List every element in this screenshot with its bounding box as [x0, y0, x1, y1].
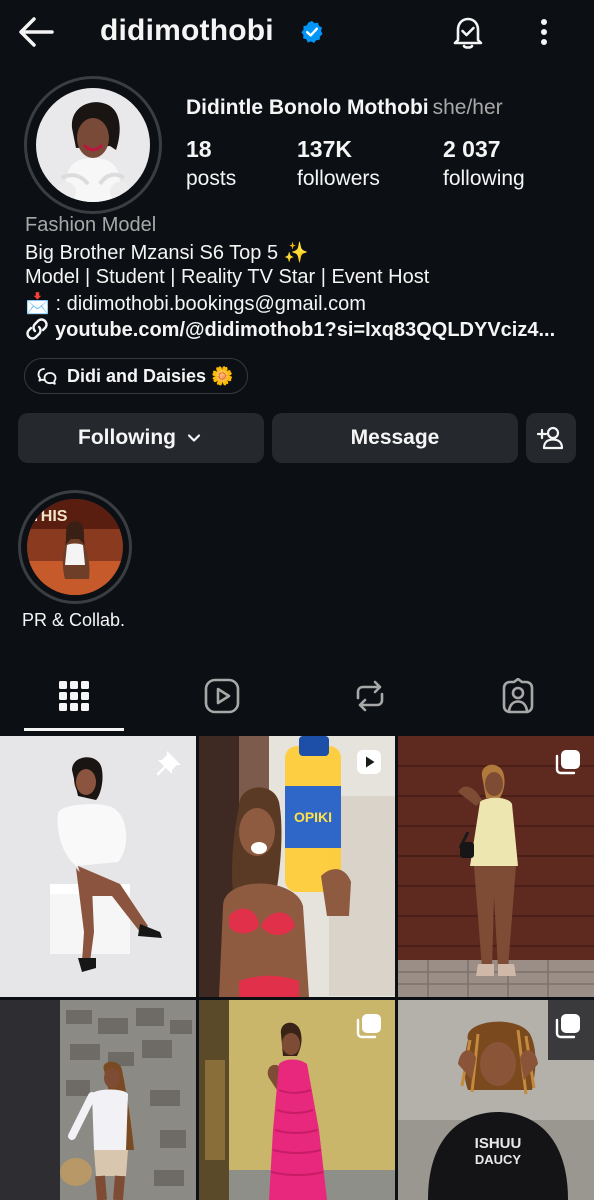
tab-posts-grid[interactable] — [0, 666, 148, 726]
message-button[interactable]: Message — [272, 413, 518, 463]
active-tab-indicator — [24, 728, 124, 731]
profile-category: Fashion Model — [25, 214, 157, 236]
profile-avatar[interactable] — [36, 88, 150, 202]
stat-following-value: 2 037 — [443, 136, 501, 162]
message-button-label: Message — [350, 426, 440, 449]
tab-reposts[interactable] — [296, 666, 444, 726]
svg-text:OPIKI: OPIKI — [294, 809, 332, 825]
following-button-label: Following — [78, 426, 176, 449]
profile-full-name: Didintle Bonolo Mothobi she/her — [186, 96, 503, 120]
highlight-label: PR & Collab. — [22, 610, 126, 630]
grid-post[interactable]: ISHUU DAUCY — [398, 1000, 594, 1200]
pinned-icon — [156, 751, 181, 776]
carousel-icon — [356, 1014, 381, 1039]
bio-line-email[interactable]: 📩 : didimothobi.bookings@gmail.com — [25, 291, 366, 316]
bio-link[interactable]: youtube.com/@didimothob1?si=Ixq83QQLDYVc… — [25, 318, 565, 342]
highlight-cover[interactable]: THIS — [27, 499, 123, 595]
carousel-icon — [555, 1014, 580, 1039]
stat-followers-value: 137K — [297, 136, 352, 162]
tab-reels[interactable] — [148, 666, 296, 726]
bell-check-icon[interactable] — [448, 12, 488, 52]
verified-badge-icon — [301, 21, 323, 43]
bio-line: Model | Student | Reality TV Star | Even… — [25, 266, 430, 288]
back-arrow-icon[interactable] — [16, 14, 56, 50]
stat-posts[interactable]: 18 posts — [186, 136, 236, 191]
svg-text:ISHUU: ISHUU — [475, 1135, 522, 1152]
link-icon — [26, 318, 48, 340]
bio-line: Big Brother Mzansi S6 Top 5 ✨ — [25, 242, 309, 264]
grid-post[interactable] — [0, 1000, 196, 1200]
profile-tabs — [0, 666, 594, 732]
more-options-icon[interactable] — [528, 12, 560, 52]
threads-icon — [37, 368, 57, 385]
stat-followers-label: followers — [297, 167, 380, 190]
stat-posts-value: 18 — [186, 136, 212, 162]
grid-post[interactable] — [398, 736, 594, 997]
suggested-users-button[interactable] — [526, 413, 576, 463]
stat-posts-label: posts — [186, 167, 237, 190]
carousel-icon — [555, 750, 580, 775]
threads-chip[interactable]: Didi and Daisies 🌼 — [24, 358, 249, 394]
grid-post[interactable] — [0, 736, 196, 997]
chevron-down-icon — [187, 434, 201, 442]
bio-link-text: youtube.com/@didimothob1?si=Ixq83QQLDYVc… — [55, 319, 556, 341]
repost-icon — [356, 680, 384, 712]
stat-followers[interactable]: 137K followers — [297, 136, 380, 191]
tab-tagged[interactable] — [444, 666, 592, 726]
grid-post[interactable]: OPIKI — [199, 736, 395, 997]
stat-following[interactable]: 2 037 following — [443, 136, 525, 191]
pronouns: she/her — [432, 96, 503, 119]
top-bar: didimothobi — [0, 0, 594, 64]
full-name-text: Didintle Bonolo Mothobi — [186, 96, 429, 119]
grid-icon — [59, 681, 89, 711]
threads-chip-label: Didi and Daisies 🌼 — [67, 365, 234, 386]
add-user-icon — [537, 426, 564, 450]
stat-following-label: following — [443, 167, 525, 190]
tagged-user-icon — [502, 678, 534, 714]
reels-icon — [204, 678, 240, 714]
svg-text:DAUCY: DAUCY — [475, 1152, 522, 1167]
profile-username: didimothobi — [100, 14, 274, 47]
reel-play-icon — [357, 750, 381, 774]
grid-post[interactable] — [199, 1000, 395, 1200]
following-button[interactable]: Following — [18, 413, 264, 463]
